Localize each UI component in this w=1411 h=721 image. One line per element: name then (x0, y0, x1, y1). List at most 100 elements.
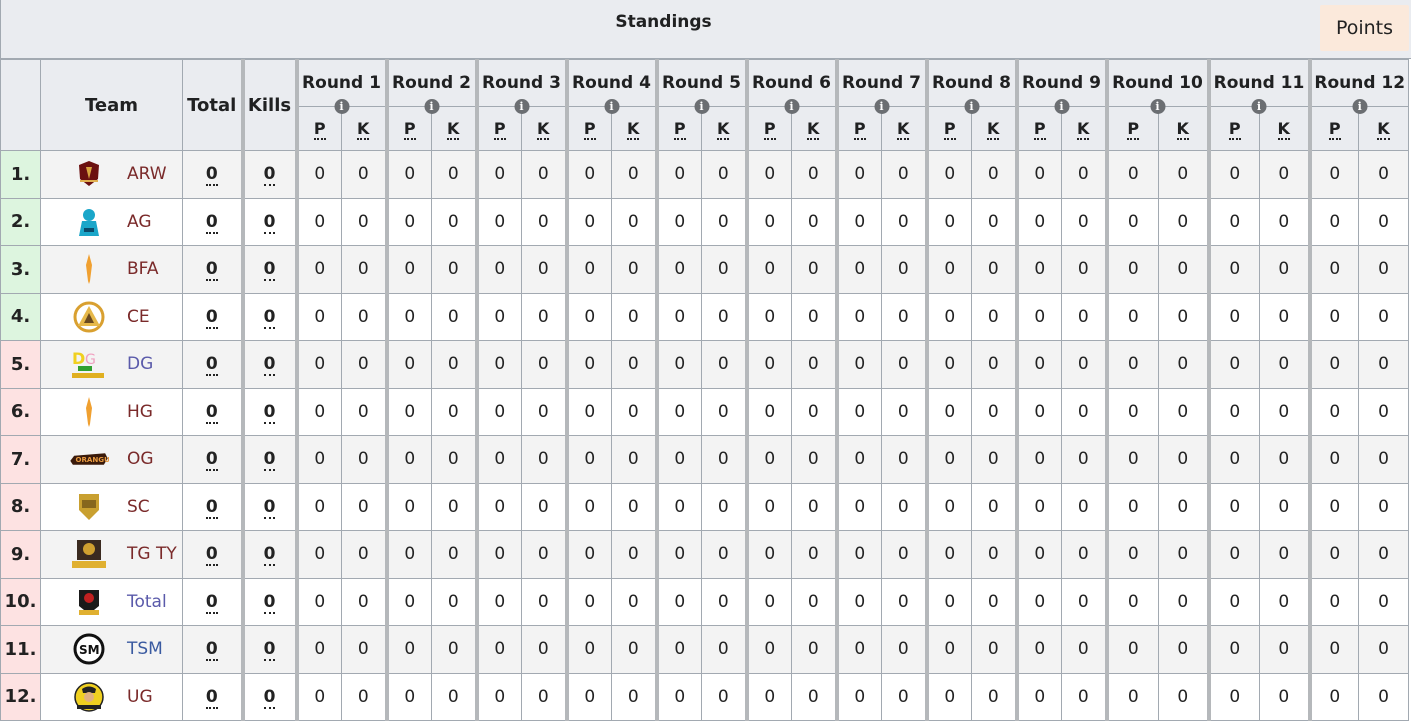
arw-logo-icon[interactable] (69, 158, 109, 190)
placement-points-cell: 0 (1206, 292, 1260, 341)
total-header[interactable]: Total (182, 59, 243, 151)
p-column-header[interactable]: P (384, 106, 432, 151)
p-column-header[interactable]: P (744, 106, 792, 151)
kills-value[interactable]: 0 (263, 591, 276, 614)
info-icon[interactable]: i (964, 99, 979, 114)
kills-value[interactable]: 0 (263, 401, 276, 424)
team-name-link[interactable]: TG TY (127, 544, 177, 564)
info-icon[interactable]: i (1054, 99, 1069, 114)
p-abbr: P (493, 119, 506, 140)
p-column-header[interactable]: P (654, 106, 702, 151)
total-value[interactable]: 0 (205, 544, 218, 567)
rank-cell: 7. (0, 435, 41, 484)
points-tab-button[interactable]: Points (1320, 5, 1409, 51)
kills-value[interactable]: 0 (263, 496, 276, 519)
k-column-header[interactable]: K (881, 106, 927, 151)
k-column-header[interactable]: K (1158, 106, 1209, 151)
kills-value[interactable]: 0 (263, 259, 276, 282)
team-name-link[interactable]: DG (127, 354, 153, 374)
kill-points-cell: 0 (1259, 245, 1310, 294)
kills-value[interactable]: 0 (263, 449, 276, 472)
k-column-header[interactable]: K (1259, 106, 1310, 151)
team-name-link[interactable]: CE (127, 307, 150, 327)
team-name-link[interactable]: AG (127, 212, 152, 232)
info-icon[interactable]: i (1150, 99, 1165, 114)
info-icon[interactable]: i (334, 99, 349, 114)
team-name-link[interactable]: TSM (127, 639, 163, 659)
info-icon[interactable]: i (874, 99, 889, 114)
team-name-link[interactable]: HG (127, 402, 153, 422)
total-value[interactable]: 0 (205, 306, 218, 329)
tg-ty-logo-icon[interactable] (69, 538, 109, 570)
k-column-header[interactable]: K (341, 106, 387, 151)
dg-logo-icon[interactable]: DG (69, 348, 109, 380)
placement-points-cell: 0 (564, 292, 612, 341)
p-column-header[interactable]: P (1206, 106, 1260, 151)
sc-logo-icon[interactable] (69, 491, 109, 523)
ce-logo-icon[interactable] (69, 301, 109, 333)
k-column-header[interactable]: K (1358, 106, 1409, 151)
p-column-header[interactable]: P (1307, 106, 1359, 151)
p-column-header[interactable]: P (294, 106, 342, 151)
info-icon[interactable]: i (1251, 99, 1267, 114)
info-icon[interactable]: i (514, 99, 529, 114)
total-value[interactable]: 0 (205, 686, 218, 709)
p-abbr: P (853, 119, 866, 140)
total-value[interactable]: 0 (205, 449, 218, 472)
team-name-link[interactable]: UG (127, 687, 153, 707)
placement-points-cell: 0 (474, 577, 522, 626)
p-column-header[interactable]: P (1014, 106, 1062, 151)
k-column-header[interactable]: K (971, 106, 1017, 151)
hg-logo-icon[interactable] (69, 396, 109, 428)
k-column-header[interactable]: K (611, 106, 657, 151)
p-column-header[interactable]: P (474, 106, 522, 151)
team-name-link[interactable]: ARW (127, 164, 167, 184)
total-value[interactable]: 0 (205, 259, 218, 282)
info-icon[interactable]: i (604, 99, 619, 114)
ug-logo-icon[interactable] (69, 681, 109, 713)
total-value[interactable]: 0 (205, 639, 218, 662)
k-column-header[interactable]: K (701, 106, 747, 151)
total-value[interactable]: 0 (205, 401, 218, 424)
kills-value[interactable]: 0 (263, 164, 276, 187)
og-logo-icon[interactable]: ORANGUTAN (69, 443, 109, 475)
k-column-header[interactable]: K (521, 106, 567, 151)
tsm-logo-icon[interactable]: SM (69, 633, 109, 665)
team-name-link[interactable]: Total (127, 592, 167, 612)
ag-logo-icon[interactable] (69, 206, 109, 238)
k-column-header[interactable]: K (431, 106, 477, 151)
total-value[interactable]: 0 (205, 591, 218, 614)
kill-points-cell: 0 (701, 482, 747, 531)
team-name-link[interactable]: OG (127, 449, 154, 469)
total-value[interactable]: 0 (205, 164, 218, 187)
kills-value[interactable]: 0 (263, 354, 276, 377)
info-icon[interactable]: i (694, 99, 709, 114)
p-column-header[interactable]: P (1104, 106, 1159, 151)
k-column-header[interactable]: K (1061, 106, 1107, 151)
p-column-header[interactable]: P (834, 106, 882, 151)
total-value[interactable]: 0 (205, 496, 218, 519)
total-value[interactable]: 0 (205, 211, 218, 234)
kills-value[interactable]: 0 (263, 306, 276, 329)
bfa-logo-icon[interactable] (69, 253, 109, 285)
kills-value[interactable]: 0 (263, 211, 276, 234)
kills-value[interactable]: 0 (263, 686, 276, 709)
info-icon[interactable]: i (1352, 99, 1368, 114)
team-name-link[interactable]: BFA (127, 259, 159, 279)
total-gaming-logo-icon[interactable] (69, 586, 109, 618)
placement-points-cell: 0 (1104, 482, 1159, 531)
kills-value[interactable]: 0 (263, 639, 276, 662)
p-column-header[interactable]: P (924, 106, 972, 151)
team-name-link[interactable]: SC (127, 497, 150, 517)
total-value[interactable]: 0 (205, 354, 218, 377)
info-icon[interactable]: i (424, 99, 439, 114)
p-column-header[interactable]: P (564, 106, 612, 151)
kills-header[interactable]: Kills (240, 59, 297, 151)
info-icon[interactable]: i (784, 99, 799, 114)
placement-points-cell: 0 (1307, 672, 1359, 721)
team-header[interactable]: Team (40, 59, 183, 151)
kills-value[interactable]: 0 (263, 544, 276, 567)
k-column-header[interactable]: K (791, 106, 837, 151)
kill-points-cell: 0 (1259, 435, 1310, 484)
kill-points-cell: 0 (611, 245, 657, 294)
